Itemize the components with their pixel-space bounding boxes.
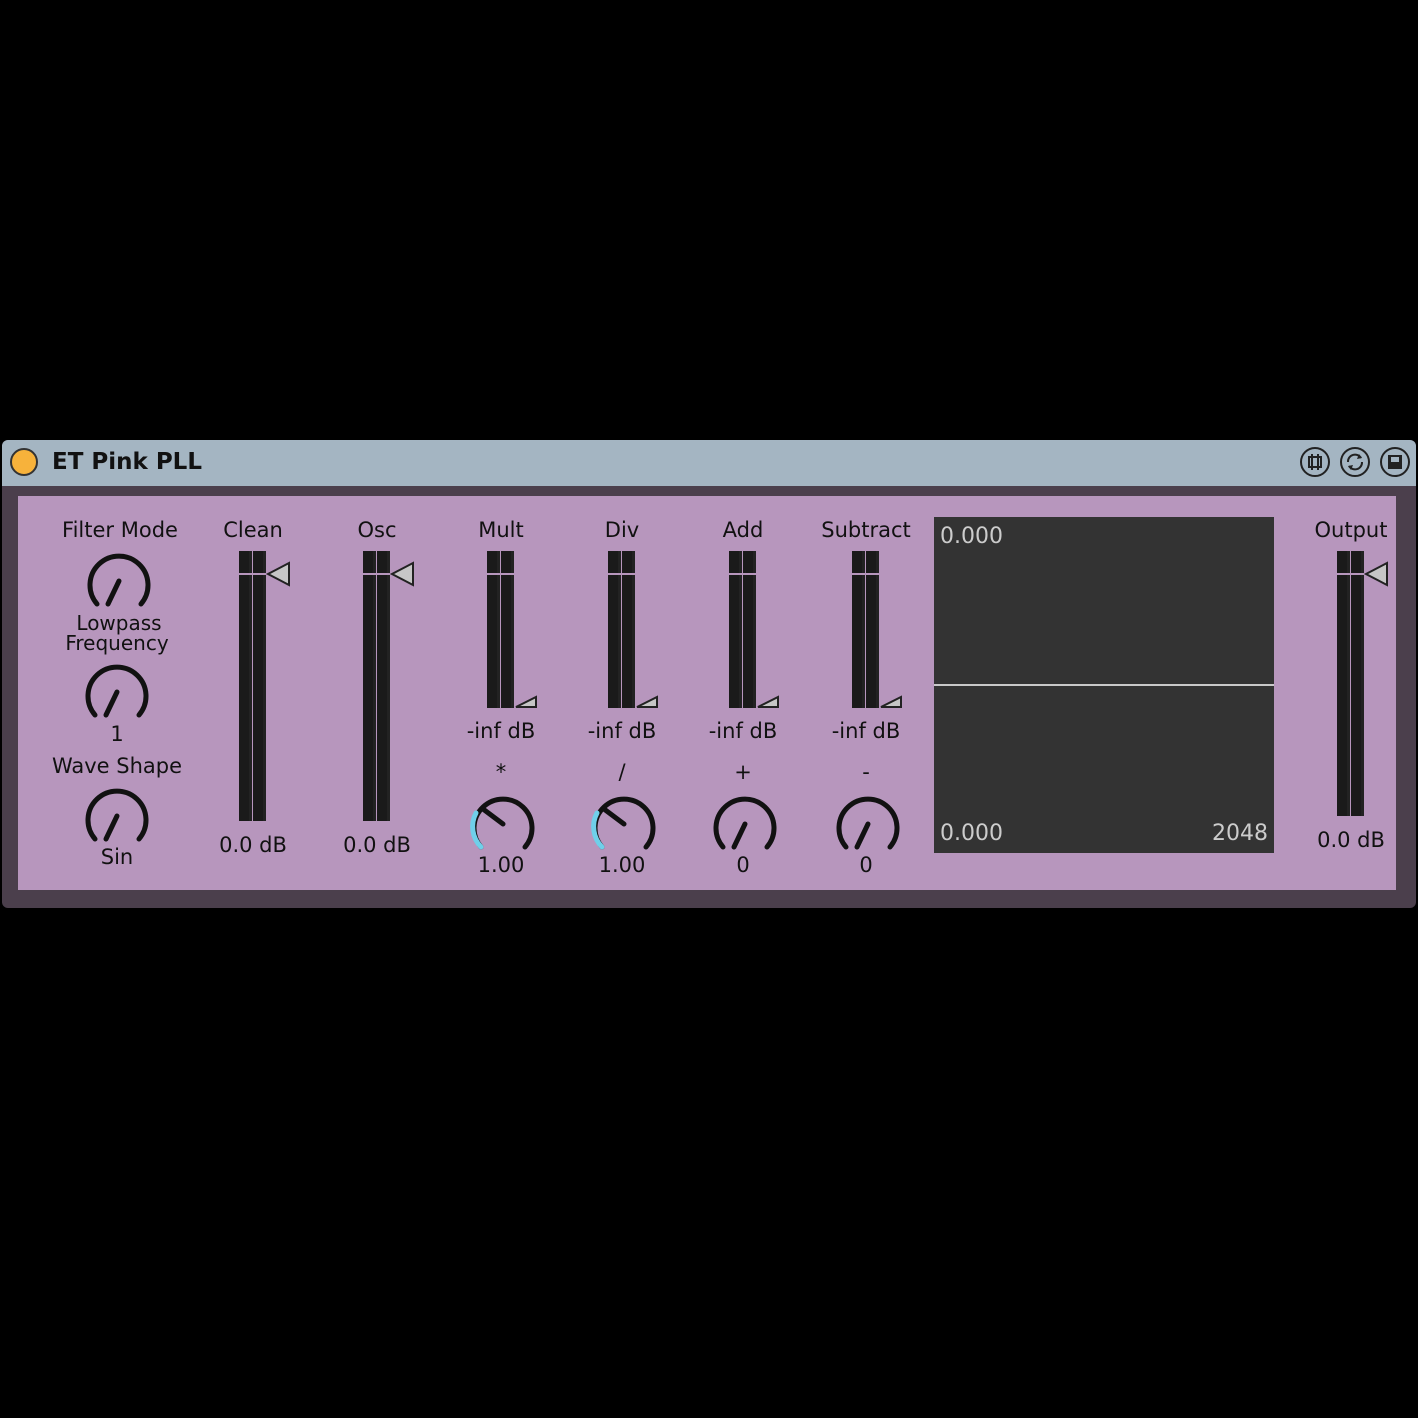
subtract-knob-value: 0 xyxy=(859,853,873,877)
save-icon xyxy=(1388,455,1402,469)
add-knob-value: 0 xyxy=(736,853,750,877)
subtract-symbol: - xyxy=(862,760,870,784)
wave-shape-value: Sin xyxy=(100,845,134,869)
add-gain-slider-icon[interactable] xyxy=(755,695,781,709)
osc-label: Osc xyxy=(357,518,397,542)
wave-shape-label: Wave Shape xyxy=(51,754,183,778)
save-button[interactable] xyxy=(1380,447,1410,477)
lowpass-value: 1 xyxy=(110,722,124,746)
power-icon[interactable] xyxy=(10,448,38,476)
clean-value: 0.0 dB xyxy=(219,833,287,857)
add-symbol: + xyxy=(734,760,752,784)
scope-top-value: 0.000 xyxy=(940,524,1003,549)
osc-value: 0.0 dB xyxy=(343,833,411,857)
wave-shape-knob[interactable] xyxy=(82,781,152,851)
filter-mode-label: Filter Mode xyxy=(62,518,178,542)
lowpass-label-line1: Lowpass xyxy=(76,611,162,635)
output-label: Output xyxy=(1314,518,1388,542)
subtract-meter[interactable] xyxy=(851,551,879,708)
refresh-button[interactable] xyxy=(1340,447,1370,477)
scope-right-value: 2048 xyxy=(1212,821,1268,846)
div-symbol: / xyxy=(618,760,626,784)
add-value: -inf dB xyxy=(708,719,778,743)
subtract-gain-slider-icon[interactable] xyxy=(878,695,904,709)
clean-meter[interactable] xyxy=(238,551,266,821)
device-title: ET Pink PLL xyxy=(52,449,202,475)
div-gain-slider-icon[interactable] xyxy=(634,695,660,709)
scope-bottom-value: 0.000 xyxy=(940,821,1003,846)
div-label: Div xyxy=(604,518,640,542)
mult-knob[interactable] xyxy=(468,789,538,859)
lowpass-frequency-knob[interactable] xyxy=(82,657,152,727)
subtract-knob[interactable] xyxy=(833,789,903,859)
refresh-icon xyxy=(1347,453,1363,471)
subtract-label: Subtract xyxy=(821,518,911,542)
oscilloscope-display[interactable]: 0.000 0.000 2048 xyxy=(934,517,1274,853)
mult-gain-slider-icon[interactable] xyxy=(513,695,539,709)
lowpass-label-line2: Frequency xyxy=(65,631,169,655)
output-gain-slider-icon[interactable] xyxy=(1363,561,1389,587)
hot-swap-button[interactable] xyxy=(1300,447,1330,477)
mult-symbol: * xyxy=(495,760,507,784)
div-knob-value: 1.00 xyxy=(598,853,646,877)
filter-mode-knob[interactable] xyxy=(84,546,154,616)
mult-label: Mult xyxy=(478,518,524,542)
div-value: -inf dB xyxy=(587,719,657,743)
mult-value: -inf dB xyxy=(466,719,536,743)
osc-meter[interactable] xyxy=(362,551,390,821)
clean-gain-slider-icon[interactable] xyxy=(265,561,291,587)
osc-gain-slider-icon[interactable] xyxy=(389,561,415,587)
add-label: Add xyxy=(722,518,764,542)
scope-trace xyxy=(934,684,1274,686)
output-value: 0.0 dB xyxy=(1317,828,1385,852)
output-meter[interactable] xyxy=(1336,551,1364,816)
hot-swap-icon xyxy=(1308,454,1322,470)
title-bar: ET Pink PLL xyxy=(2,440,1416,486)
mult-knob-value: 1.00 xyxy=(477,853,525,877)
subtract-value: -inf dB xyxy=(831,719,901,743)
div-meter[interactable] xyxy=(607,551,635,708)
add-knob[interactable] xyxy=(710,789,780,859)
clean-label: Clean xyxy=(223,518,283,542)
add-meter[interactable] xyxy=(728,551,756,708)
div-knob[interactable] xyxy=(589,789,659,859)
mult-meter[interactable] xyxy=(486,551,514,708)
